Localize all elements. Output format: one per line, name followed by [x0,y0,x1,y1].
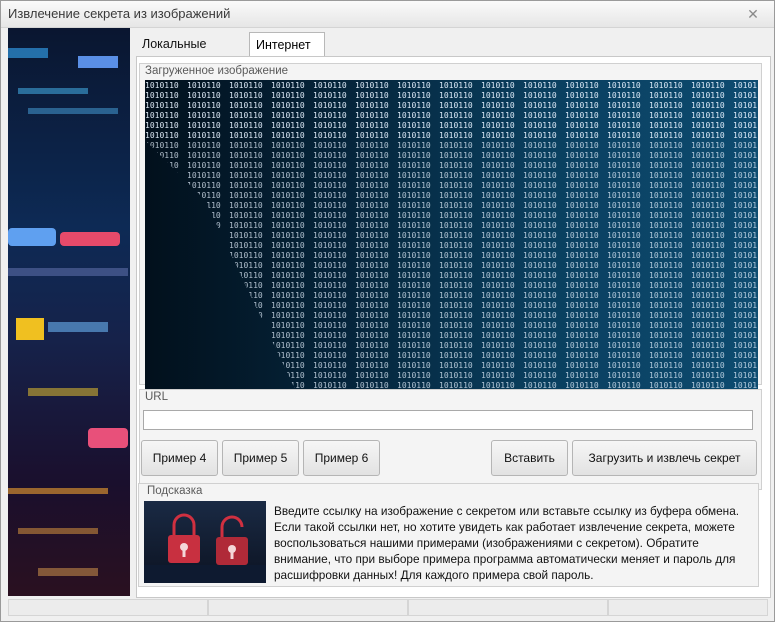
url-label: URL [145,391,169,403]
paste-button[interactable]: Вставить [491,440,568,476]
url-input[interactable] [143,410,753,430]
status-segment [208,599,408,616]
example-6-button[interactable]: Пример 6 [303,440,380,476]
status-segment [408,599,608,616]
loaded-image-preview: 1010110 [145,80,758,389]
tab-local-files[interactable]: Локальные файлы [136,32,256,75]
hint-label: Подсказка [147,485,203,497]
loaded-image-group: Загруженное изображение 1010110 [139,63,762,389]
example-5-button[interactable]: Пример 5 [222,440,299,476]
hint-text: Введите ссылку на изображение с секретом… [274,504,740,582]
loaded-image-label: Загруженное изображение [145,65,289,77]
status-bar [8,599,768,616]
status-segment [608,599,768,616]
tab-internet[interactable]: Интернет [249,32,325,57]
close-icon[interactable]: ✕ [743,5,763,23]
main-window: Извлечение секрета из изображений ✕ Лока… [0,0,775,622]
padlock-image [144,501,266,583]
load-extract-button[interactable]: Загрузить и извлечь секрет [572,440,757,476]
title-bar: Извлечение секрета из изображений ✕ [1,1,774,28]
window-title: Извлечение секрета из изображений [8,6,231,21]
side-code-image [8,28,130,596]
status-segment [8,599,208,616]
example-4-button[interactable]: Пример 4 [141,440,218,476]
